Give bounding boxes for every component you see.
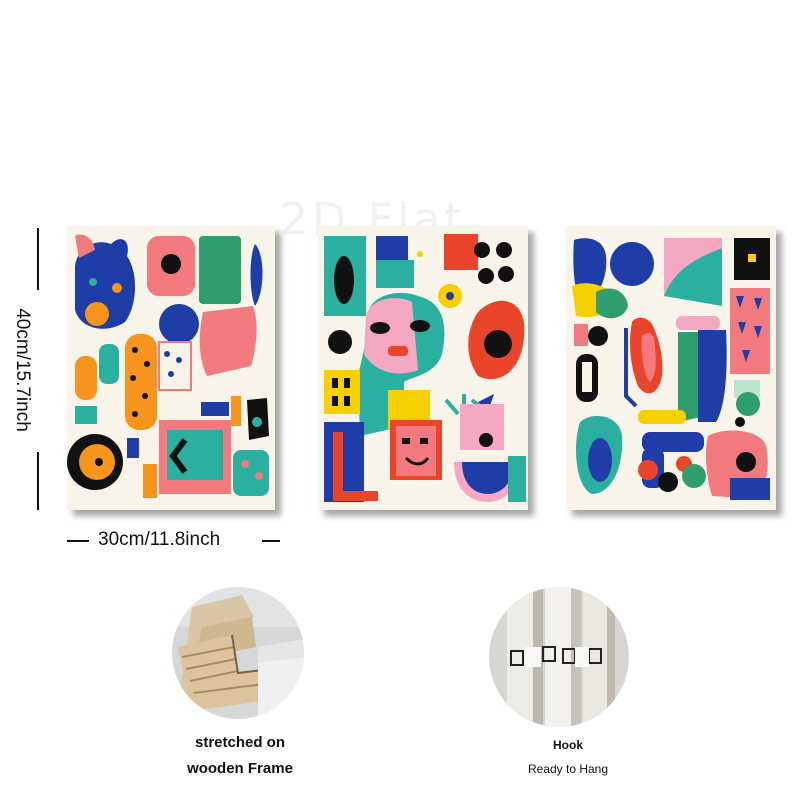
hook-photo <box>489 587 629 727</box>
wooden-frame-illustration <box>172 587 304 719</box>
width-dimension-line-left <box>67 540 89 542</box>
abstract-art-left <box>67 226 275 510</box>
abstract-art-middle <box>318 226 528 510</box>
art-panel-right <box>566 226 776 510</box>
wooden-frame-caption: stretched on wooden Frame <box>160 730 320 782</box>
width-dimension-label: 30cm/11.8inch <box>98 529 221 550</box>
wooden-frame-photo <box>172 587 304 719</box>
hook-illustration <box>489 587 629 727</box>
abstract-art-right <box>566 226 776 510</box>
hook-caption-line2: Ready to Hang <box>527 762 609 776</box>
hook-caption-line1: Hook <box>553 738 583 752</box>
art-panel-left <box>67 226 275 510</box>
hook-caption: Hook Ready to Hang <box>488 734 648 782</box>
height-dimension-line-top <box>37 228 39 290</box>
wooden-frame-caption-line2: wooden Frame <box>187 760 293 777</box>
height-dimension-label: 40cm/15.7inch <box>12 308 33 432</box>
wooden-frame-caption-line1: stretched on <box>194 734 285 751</box>
width-dimension-line-right <box>262 540 280 542</box>
height-dimension-line-bottom <box>37 452 39 510</box>
art-panel-middle <box>318 226 528 510</box>
